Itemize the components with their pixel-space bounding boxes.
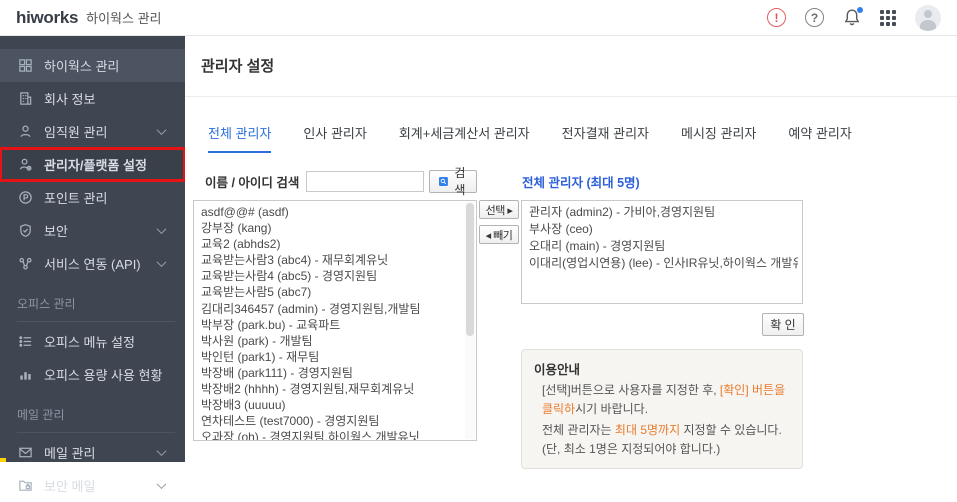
chevron-down-icon [156, 446, 167, 457]
list-item[interactable]: 교육받는사람5 (abc7) [201, 284, 462, 300]
sidebar-item-label: 관리자/플랫폼 설정 [44, 158, 147, 173]
main-content: 관리자 설정 전체 관리자 인사 관리자 회계+세금계산서 관리자 전자결재 관… [185, 36, 957, 470]
point-circle-icon [17, 190, 33, 206]
confirm-button[interactable]: 확 인 [762, 313, 804, 336]
secure-mail-icon [17, 478, 33, 494]
list-item[interactable]: 박사원 (park) - 개발팀 [201, 333, 462, 349]
tab-messaging-admins[interactable]: 메시징 관리자 [681, 123, 756, 153]
bar-chart-icon [17, 367, 33, 383]
list-item[interactable]: 교육받는사람4 (abc5) - 경영지원팀 [201, 268, 462, 284]
capture-artifact [0, 458, 6, 462]
tab-approval-admins[interactable]: 전자결재 관리자 [562, 123, 649, 153]
scrollbar-track[interactable] [465, 202, 475, 439]
sidebar-item-label: 오피스 용량 사용 현황 [44, 368, 163, 383]
sidebar-item-office-usage[interactable]: 오피스 용량 사용 현황 [0, 358, 185, 391]
sidebar-item-label: 회사 정보 [44, 92, 96, 107]
search-button[interactable]: 검색 [429, 166, 478, 197]
list-item[interactable]: 박장배2 (hhhh) - 경영지원팀,재무회계유닛 [201, 381, 462, 397]
sidebar-item-office-menu-settings[interactable]: 오피스 메뉴 설정 [0, 325, 185, 358]
search-label: 이름 / 아이디 검색 [205, 175, 300, 190]
sidebar-item-mail-mgmt[interactable]: 메일 관리 [0, 436, 185, 469]
usage-guide-box: 이용안내 [선택]버튼으로 사용자를 지정한 후, [확인] 버튼을 클릭하시기… [521, 349, 803, 470]
selected-admins-listbox[interactable]: 관리자 (admin2) - 가비아,경영지원팀 부사장 (ceo) 오대리 (… [521, 200, 803, 304]
search-button-label: 검색 [454, 166, 466, 197]
tab-hr-admins[interactable]: 인사 관리자 [303, 123, 366, 153]
sidebar-item-secure-mail[interactable]: 보안 메일 [0, 469, 185, 502]
sidebar-item-label: 하이웍스 관리 [44, 59, 120, 74]
api-link-icon [17, 256, 33, 272]
mail-icon [17, 445, 33, 461]
sidebar-item-employee-mgmt[interactable]: 임직원 관리 [0, 115, 185, 148]
list-item[interactable]: 연차테스트 (test7000) - 경영지원팀 [201, 413, 462, 429]
sidebar-item-security[interactable]: 보안 [0, 214, 185, 247]
app-subtitle: 하이웍스 관리 [86, 11, 162, 26]
sidebar-item-label: 메일 관리 [44, 446, 96, 461]
person-icon [17, 124, 33, 140]
chevron-down-icon [156, 257, 167, 268]
list-item[interactable]: 교육받는사람3 (abc4) - 재무회계유닛 [201, 252, 462, 268]
sidebar-item-label: 보안 [44, 224, 68, 239]
list-item[interactable]: 박장배3 (uuuuu) [201, 397, 462, 413]
sidebar: 하이웍스 관리 회사 정보 임직원 관리 관리자/플랫폼 설정 포인트 관리 보… [0, 36, 186, 494]
list-item[interactable]: asdf@@# (asdf) [201, 204, 462, 220]
building-icon [17, 91, 33, 107]
notification-dot [857, 7, 863, 13]
guide-title: 이용안내 [534, 363, 581, 377]
dashboard-grid-icon [17, 58, 33, 74]
search-input[interactable] [306, 170, 425, 192]
top-header: hiworks 하이웍스 관리 ! ? [0, 0, 957, 36]
list-item[interactable]: 교육2 (abhds2) [201, 236, 462, 252]
shield-check-icon [17, 223, 33, 239]
selected-item[interactable]: 부사장 (ceo) [529, 221, 798, 238]
tab-all-admins[interactable]: 전체 관리자 [208, 123, 272, 153]
member-listbox[interactable]: asdf@@# (asdf) 강부장 (kang) 교육2 (abhds2) 교… [193, 200, 477, 441]
sidebar-item-hiworks-admin[interactable]: 하이웍스 관리 [0, 49, 185, 82]
notification-bell-icon[interactable] [843, 7, 863, 27]
guide-paragraph-2: 전체 관리자는 최대 5명까지 지정할 수 있습니다. (단, 최소 1명은 지… [542, 423, 782, 456]
selected-admins-title: 전체 관리자 (최대 5명) [522, 175, 640, 190]
search-icon [439, 176, 449, 186]
sidebar-section-mail: 메일 관리 [17, 406, 175, 433]
sidebar-item-label: 오피스 메뉴 설정 [44, 335, 135, 350]
scrollbar-thumb[interactable] [466, 203, 474, 336]
list-item[interactable]: 강부장 (kang) [201, 220, 462, 236]
list-item[interactable]: 김대리346457 (admin) - 경영지원팀,개발팀 [201, 301, 462, 317]
hiworks-logo: hiworks [16, 7, 79, 27]
list-item[interactable]: 박부장 (park.bu) - 교육파트 [201, 317, 462, 333]
user-avatar[interactable] [915, 4, 941, 31]
sidebar-item-company-info[interactable]: 회사 정보 [0, 82, 185, 115]
alert-icon[interactable]: ! [767, 8, 786, 27]
tab-accounting-admins[interactable]: 회계+세금계산서 관리자 [399, 123, 530, 153]
selected-item[interactable]: 관리자 (admin2) - 가비아,경영지원팀 [529, 204, 798, 221]
selected-item[interactable]: 오대리 (main) - 경영지원팀 [529, 238, 798, 255]
tab-reservation-admins[interactable]: 예약 관리자 [788, 123, 851, 153]
sidebar-item-label: 보안 메일 [44, 479, 96, 494]
chevron-down-icon [156, 224, 167, 235]
sidebar-section-office: 오피스 관리 [17, 295, 175, 322]
sidebar-item-service-api[interactable]: 서비스 연동 (API) [0, 247, 185, 280]
selected-item[interactable]: 이대리(영업시연용) (lee) - 인사IR유닛,하이웍스 개발유 [529, 255, 798, 272]
guide-paragraph-1: [선택]버튼으로 사용자를 지정한 후, [확인] 버튼을 클릭하시기 바랍니다… [542, 383, 786, 416]
person-gear-icon [17, 157, 33, 173]
help-icon[interactable]: ? [805, 8, 824, 27]
list-icon [17, 334, 33, 350]
chevron-down-icon [156, 479, 167, 490]
admin-tabs: 전체 관리자 인사 관리자 회계+세금계산서 관리자 전자결재 관리자 메시징 … [185, 97, 957, 153]
page-title: 관리자 설정 [201, 58, 275, 75]
list-item[interactable]: 박장배 (park111) - 경영지원팀 [201, 365, 462, 381]
sidebar-item-label: 서비스 연동 (API) [44, 257, 141, 272]
remove-button[interactable]: ◂ 빼기 [479, 225, 519, 244]
sidebar-item-admin-platform-settings[interactable]: 관리자/플랫폼 설정 [0, 147, 186, 182]
list-item[interactable]: 오과장 (oh) - 경영지원팀,하이웍스 개발유닛 [201, 429, 462, 440]
select-button[interactable]: 선택 ▸ [479, 200, 519, 219]
chevron-down-icon [156, 125, 167, 136]
guide-highlight: 최대 5명까지 [614, 423, 681, 438]
apps-grid-icon[interactable] [880, 9, 896, 26]
sidebar-item-point-mgmt[interactable]: 포인트 관리 [0, 181, 185, 214]
sidebar-item-label: 임직원 관리 [44, 125, 108, 140]
sidebar-item-label: 포인트 관리 [44, 191, 108, 206]
list-item[interactable]: 박인턴 (park1) - 재무팀 [201, 349, 462, 365]
